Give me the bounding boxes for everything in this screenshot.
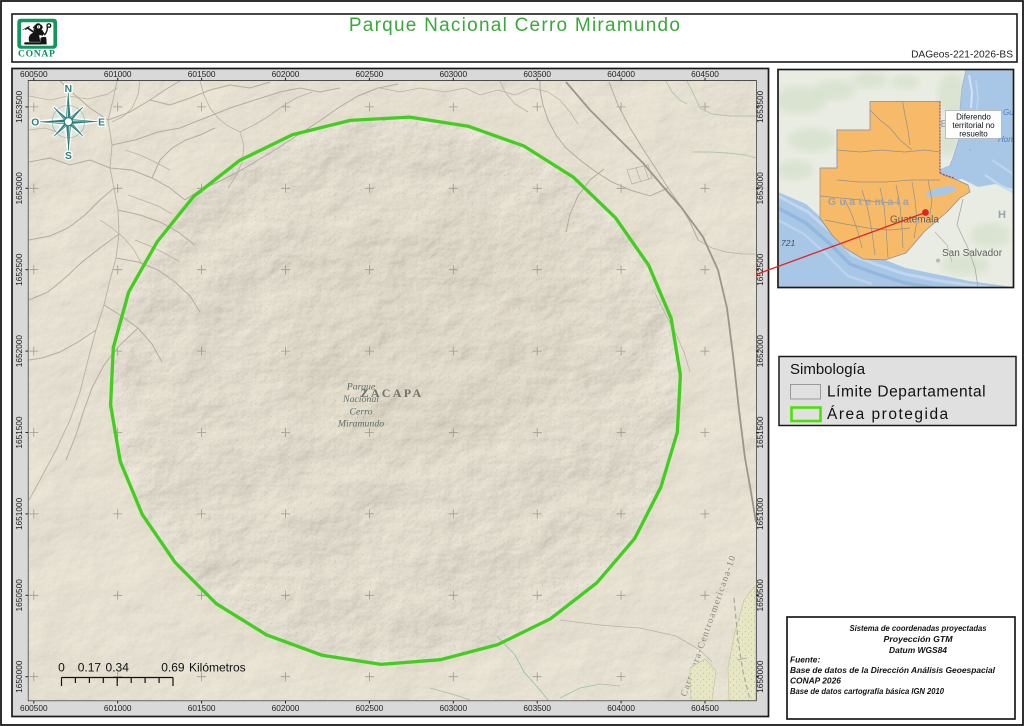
svg-text:Área protegida: Área protegida — [827, 406, 950, 423]
svg-text:Kilómetros: Kilómetros — [189, 661, 246, 675]
svg-text:603000: 603000 — [439, 69, 467, 79]
svg-text:601500: 601500 — [188, 69, 216, 79]
svg-text:1650000: 1650000 — [14, 660, 24, 693]
svg-text:Datum WGS84: Datum WGS84 — [889, 645, 947, 655]
svg-text:Base de datos cartografía bási: Base de datos cartografía básica IGN 201… — [790, 686, 944, 696]
svg-text:resuelto: resuelto — [959, 130, 988, 139]
svg-text:602500: 602500 — [356, 703, 384, 713]
svg-text:1651500: 1651500 — [14, 416, 24, 449]
svg-text:0.69: 0.69 — [161, 661, 185, 675]
svg-text:601500: 601500 — [188, 703, 216, 713]
svg-text:721: 721 — [781, 238, 795, 248]
svg-text:S: S — [65, 151, 72, 162]
svg-text:0.34: 0.34 — [106, 661, 130, 675]
svg-text:603500: 603500 — [523, 69, 551, 79]
svg-text:604500: 604500 — [691, 69, 719, 79]
svg-text:601000: 601000 — [104, 69, 132, 79]
svg-text:602500: 602500 — [356, 69, 384, 79]
svg-text:Parque: Parque — [346, 382, 376, 393]
svg-text:1652500: 1652500 — [14, 253, 24, 286]
svg-text:Guatemala: Guatemala — [828, 196, 912, 208]
svg-text:0.17: 0.17 — [78, 661, 102, 675]
svg-text:600500: 600500 — [20, 703, 48, 713]
svg-text:1652000: 1652000 — [14, 335, 24, 368]
svg-text:CONAP 2026: CONAP 2026 — [790, 676, 841, 686]
svg-text:1653500: 1653500 — [14, 90, 24, 123]
svg-text:0: 0 — [58, 661, 65, 675]
svg-text:San Salvador: San Salvador — [942, 248, 1003, 259]
svg-text:Miramundo: Miramundo — [337, 419, 384, 430]
svg-text:H o: H o — [998, 209, 1023, 221]
svg-text:603500: 603500 — [523, 703, 551, 713]
svg-text:1653000: 1653000 — [14, 172, 24, 205]
svg-text:604000: 604000 — [607, 703, 635, 713]
svg-text:602000: 602000 — [272, 703, 300, 713]
svg-text:602000: 602000 — [272, 69, 300, 79]
svg-text:601000: 601000 — [104, 703, 132, 713]
svg-text:604500: 604500 — [691, 703, 719, 713]
svg-text:Límite Departamental: Límite Departamental — [827, 384, 986, 401]
svg-text:Proyección GTM: Proyección GTM — [884, 634, 954, 644]
svg-text:604000: 604000 — [607, 69, 635, 79]
svg-text:CONAP: CONAP — [18, 48, 56, 59]
svg-text:N: N — [65, 84, 72, 95]
svg-text:Fuente:: Fuente: — [790, 655, 820, 665]
svg-text:1651000: 1651000 — [14, 497, 24, 530]
svg-text:Cerro: Cerro — [349, 406, 372, 417]
svg-text:Simbología: Simbología — [790, 361, 866, 378]
svg-text:O: O — [31, 117, 39, 128]
svg-text:E: E — [98, 117, 105, 128]
svg-text:Base de datos de la Dirección: Base de datos de la Dirección Análisis G… — [790, 665, 996, 675]
svg-text:603000: 603000 — [439, 703, 467, 713]
svg-text:600500: 600500 — [20, 69, 48, 79]
svg-text:DAGeos-221-2026-BS: DAGeos-221-2026-BS — [911, 49, 1013, 60]
svg-text:Parque Nacional Cerro Miramund: Parque Nacional Cerro Miramundo — [349, 15, 681, 36]
svg-text:Nacional: Nacional — [342, 394, 379, 405]
svg-text:1650500: 1650500 — [14, 579, 24, 612]
svg-text:Sistema de coordenadas proyect: Sistema de coordenadas proyectadas — [850, 623, 987, 633]
